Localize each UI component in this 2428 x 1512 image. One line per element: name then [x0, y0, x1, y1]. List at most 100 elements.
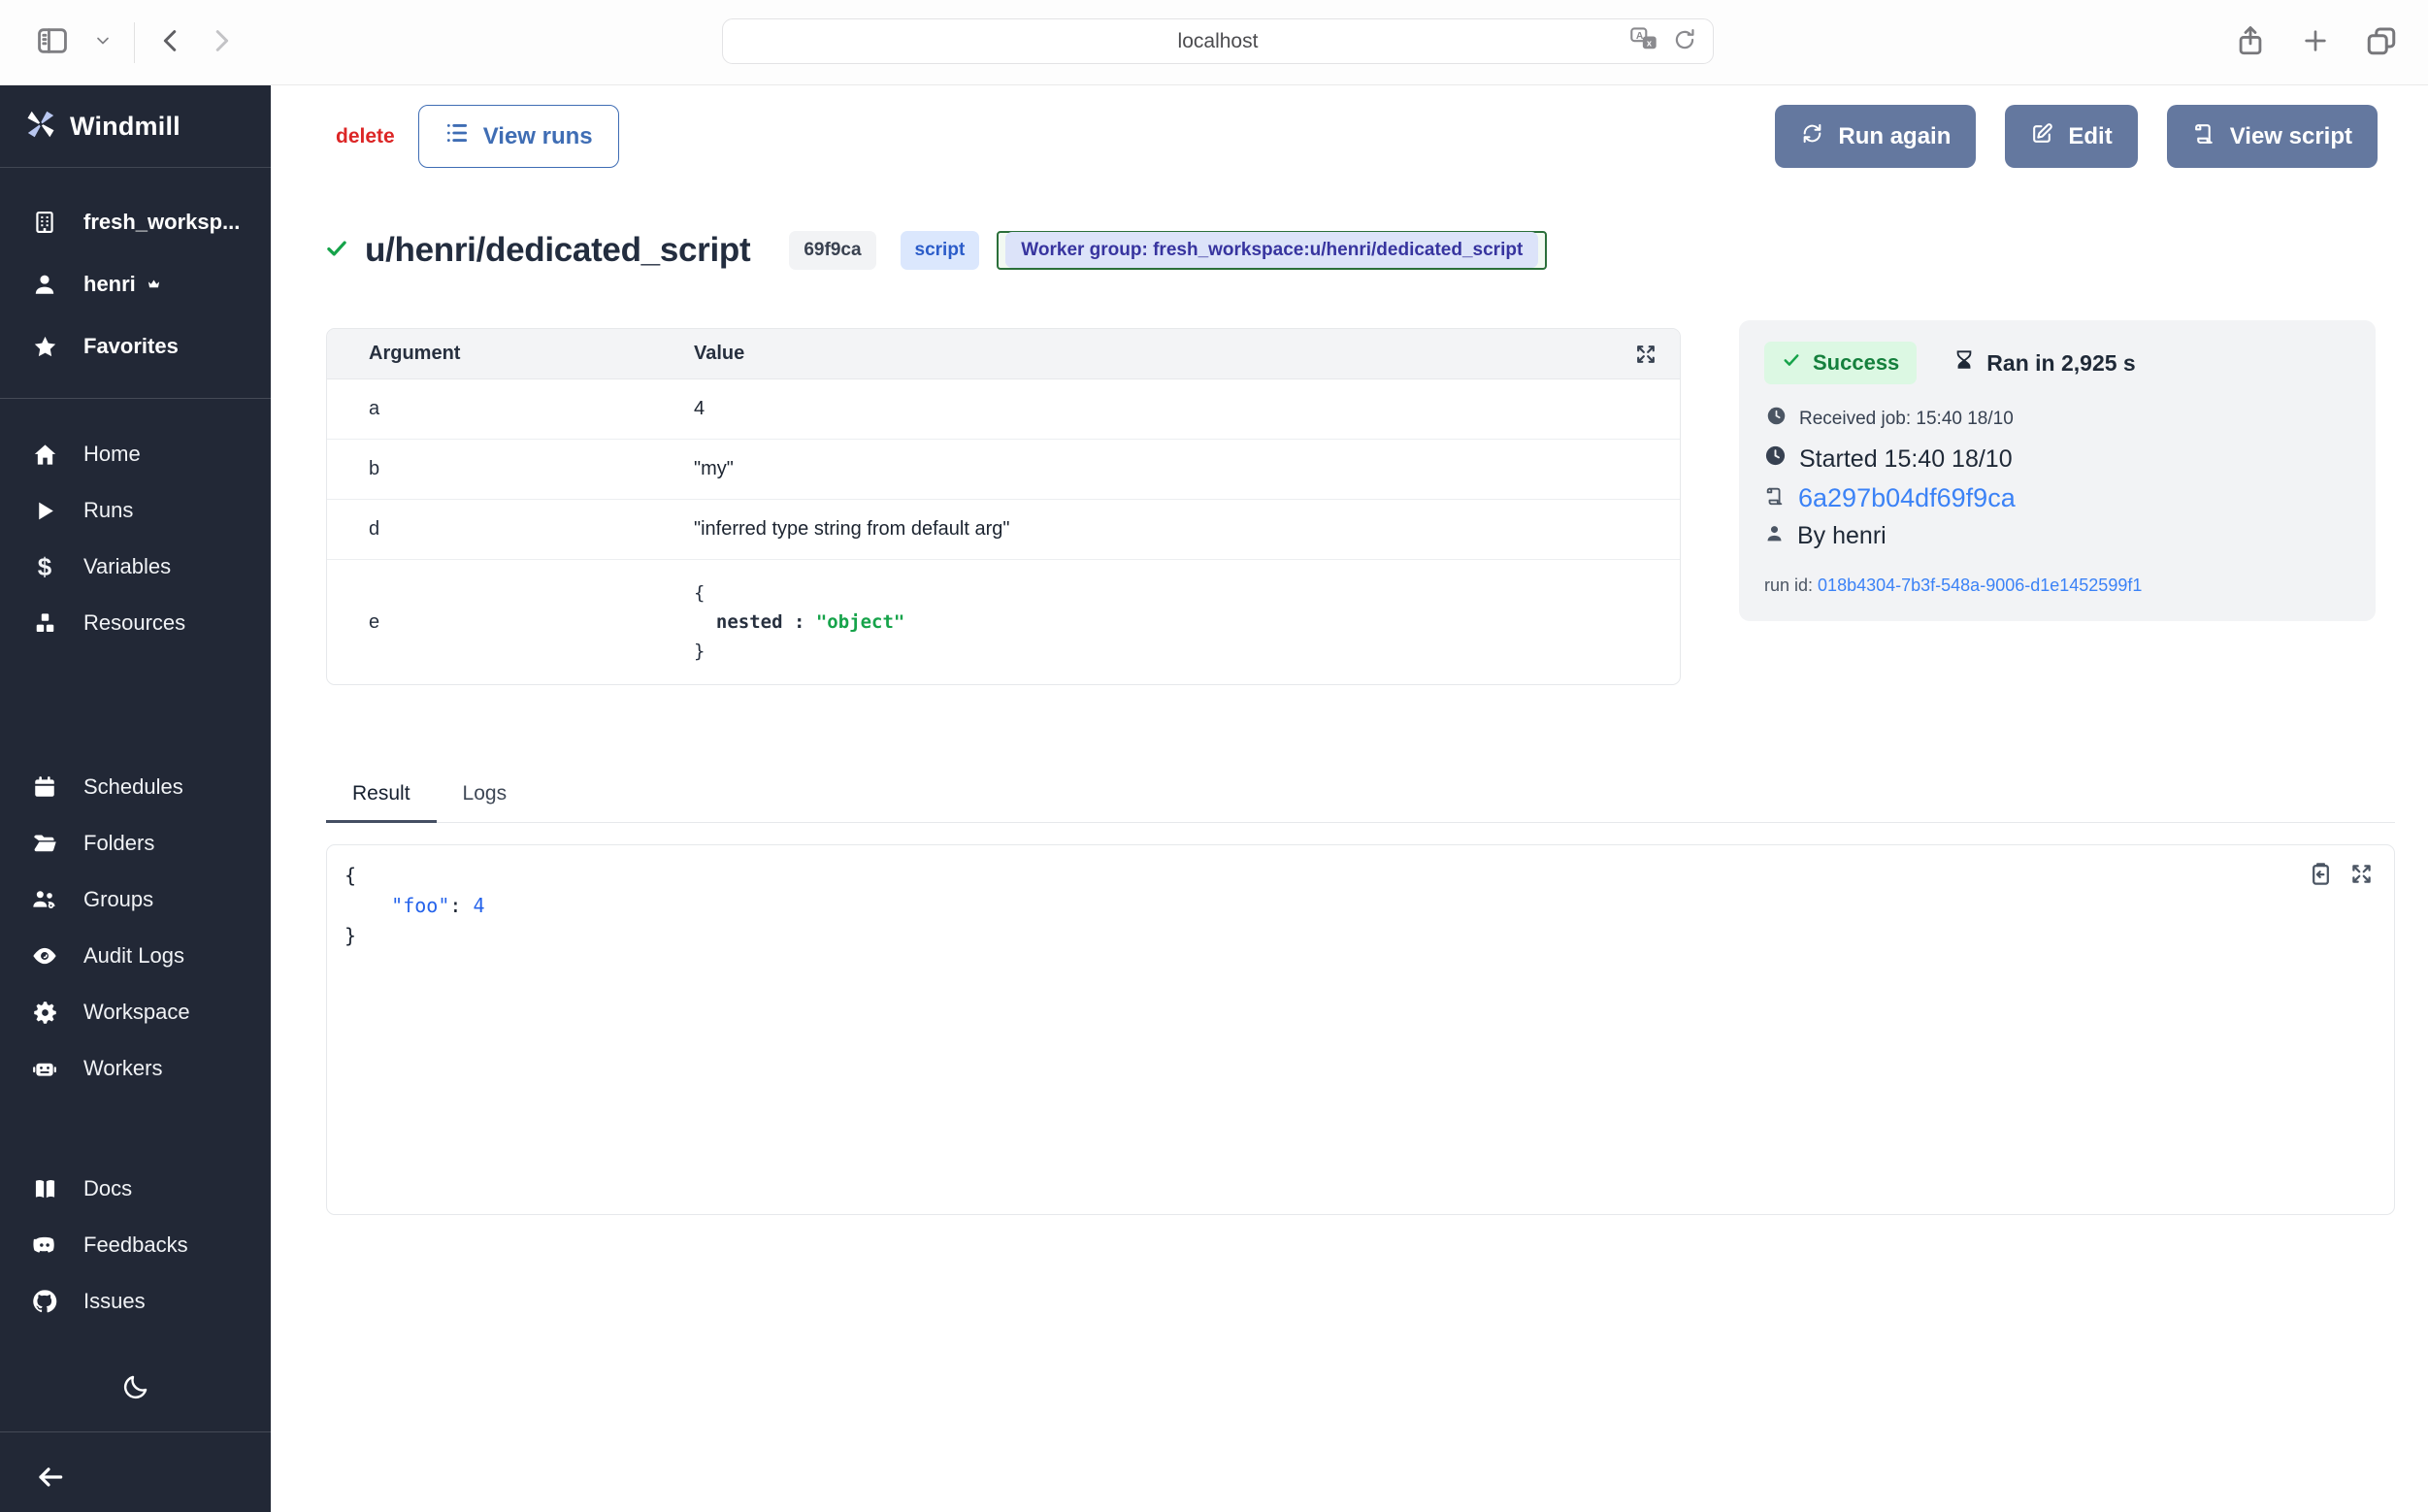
- workspace-name: fresh_worksp...: [83, 210, 240, 235]
- forward-button[interactable]: [207, 26, 236, 60]
- sidebar-item-variables[interactable]: $ Variables: [0, 539, 271, 595]
- gear-icon: [31, 1000, 58, 1026]
- expand-table-icon[interactable]: [1633, 342, 1658, 372]
- reload-icon[interactable]: [1672, 27, 1697, 57]
- sidebar-item-feedbacks[interactable]: Feedbacks: [0, 1217, 271, 1273]
- sidebar-item-label: Runs: [83, 498, 133, 523]
- play-icon: [31, 499, 58, 523]
- crown-icon: [146, 272, 162, 297]
- arrow-left-icon: [35, 1480, 66, 1496]
- sidebar-divider: [0, 398, 271, 399]
- arg-value: "my": [694, 458, 734, 480]
- sidebar-item-favorites[interactable]: Favorites: [0, 321, 271, 372]
- collapse-sidebar-button[interactable]: [0, 1462, 271, 1497]
- json-value: 4: [473, 894, 484, 917]
- worker-group-badge: Worker group: fresh_workspace:u/henri/de…: [1005, 232, 1538, 268]
- sidebar-item-label: Resources: [83, 610, 185, 636]
- arg-name: a: [327, 398, 694, 420]
- sidebar-item-label: Docs: [83, 1176, 132, 1201]
- result-panel: { "foo": 4}: [326, 844, 2395, 1215]
- script-icon: [1764, 483, 1786, 513]
- sidebar-item-audit-logs[interactable]: Audit Logs: [0, 928, 271, 984]
- run-id-link[interactable]: 018b4304-7b3f-548a-9006-d1e1452599f1: [1818, 575, 2142, 595]
- github-icon: [31, 1288, 58, 1315]
- brace-open: {: [345, 864, 356, 887]
- dark-mode-toggle[interactable]: [0, 1372, 271, 1406]
- arg-value: 4: [694, 398, 705, 420]
- by-row: By henri: [1764, 522, 2350, 550]
- sidebar-item-label: Groups: [83, 887, 153, 912]
- eye-icon: [31, 942, 58, 970]
- windmill-logo-icon: [23, 107, 58, 147]
- user-name: henri: [83, 272, 136, 297]
- sidebar-item-issues[interactable]: Issues: [0, 1273, 271, 1330]
- sidebar-item-user[interactable]: henri: [0, 259, 271, 310]
- sidebar-item-schedules[interactable]: Schedules: [0, 759, 271, 815]
- arg-value: "inferred type string from default arg": [694, 518, 1009, 541]
- run-again-label: Run again: [1838, 123, 1951, 150]
- svg-text:A: A: [1636, 31, 1644, 42]
- sidebar-item-label: Variables: [83, 554, 171, 579]
- sidebar-item-workers[interactable]: Workers: [0, 1040, 271, 1097]
- run-duration: Ran in 2,925 s: [1953, 348, 2135, 378]
- column-value: Value: [694, 343, 744, 365]
- run-again-button[interactable]: Run again: [1775, 105, 1976, 168]
- divider: [134, 22, 135, 63]
- back-button[interactable]: [156, 26, 185, 60]
- object-key[interactable]: nested: [716, 611, 783, 633]
- sidebar-item-resources[interactable]: Resources: [0, 595, 271, 651]
- result-json: { "foo": 4}: [327, 845, 2394, 951]
- started-row: Started 15:40 18/10: [1764, 444, 2350, 474]
- share-icon[interactable]: [2234, 22, 2267, 64]
- status-label: Success: [1813, 350, 1899, 376]
- worker-group-box[interactable]: Worker group: fresh_workspace:u/henri/de…: [997, 231, 1547, 270]
- result-tabs: Result Logs: [326, 782, 2395, 823]
- sidebar-item-groups[interactable]: Groups: [0, 871, 271, 928]
- translate-icon[interactable]: Ax: [1629, 26, 1658, 58]
- tab-logs[interactable]: Logs: [437, 782, 534, 823]
- url-text: localhost: [1178, 30, 1259, 53]
- logo[interactable]: Windmill: [0, 85, 271, 168]
- table-row: b "my": [327, 440, 1680, 500]
- main-content: delete View runs Run again Edit View scr…: [271, 85, 2428, 1512]
- view-script-label: View script: [2230, 123, 2352, 150]
- sidebar-toggle-icon[interactable]: [33, 24, 72, 62]
- refresh-icon: [1800, 121, 1824, 152]
- new-tab-icon[interactable]: [2300, 25, 2331, 61]
- by-label: By henri: [1797, 522, 1887, 550]
- table-row: e { nested : "object"}: [327, 560, 1680, 684]
- check-icon: [1782, 350, 1801, 376]
- edit-button[interactable]: Edit: [2005, 105, 2137, 168]
- hourglass-icon: [1953, 348, 1975, 378]
- edit-icon: [2030, 121, 2054, 152]
- received-row: Received job: 15:40 18/10: [1764, 406, 2350, 432]
- sidebar-item-workspace-selector[interactable]: fresh_worksp...: [0, 197, 271, 247]
- arg-name: e: [327, 611, 694, 634]
- arg-name: b: [327, 458, 694, 480]
- expand-result-icon[interactable]: [2348, 861, 2375, 892]
- chevron-down-icon[interactable]: [93, 31, 113, 55]
- building-icon: [31, 210, 58, 235]
- clock-icon: [1764, 444, 1787, 474]
- url-bar[interactable]: localhost Ax: [722, 18, 1714, 64]
- sidebar-item-home[interactable]: Home: [0, 426, 271, 482]
- view-runs-button[interactable]: View runs: [418, 105, 619, 168]
- job-id-link[interactable]: 6a297b04df69f9ca: [1798, 483, 2016, 513]
- book-icon: [31, 1176, 58, 1202]
- tab-result[interactable]: Result: [326, 782, 437, 823]
- column-argument: Argument: [327, 343, 694, 365]
- view-script-button[interactable]: View script: [2167, 105, 2378, 168]
- sidebar-item-folders[interactable]: Folders: [0, 815, 271, 871]
- sidebar-item-workspace-settings[interactable]: Workspace: [0, 984, 271, 1040]
- sidebar-item-label: Schedules: [83, 774, 183, 800]
- sidebar-item-runs[interactable]: Runs: [0, 482, 271, 539]
- sidebar-item-docs[interactable]: Docs: [0, 1161, 271, 1217]
- person-icon: [1764, 522, 1785, 550]
- sidebar-item-label: Folders: [83, 831, 154, 856]
- tab-overview-icon[interactable]: [2364, 23, 2399, 63]
- kind-badge: script: [901, 231, 980, 270]
- robot-icon: [31, 1055, 58, 1082]
- status-badge: Success: [1764, 342, 1917, 384]
- copy-to-clipboard-icon[interactable]: [2308, 861, 2334, 892]
- delete-button[interactable]: delete: [336, 125, 395, 148]
